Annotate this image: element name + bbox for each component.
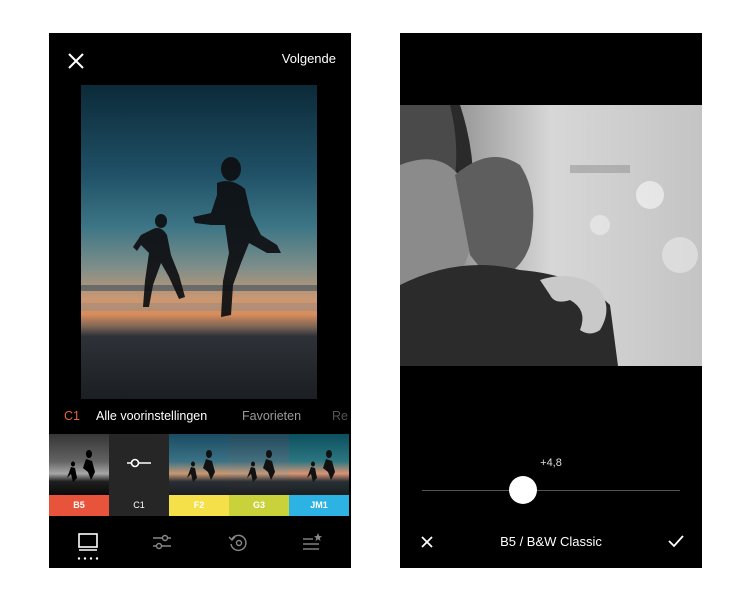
tab-favorites[interactable]: Favorieten [242,409,301,423]
photo-preview [400,105,702,366]
filter-name: B5 / B&W Classic [500,534,602,549]
close-icon[interactable] [65,50,87,72]
preset-strip: B5 C1 F2 G3 JM1 [49,434,351,516]
preset-jm1[interactable]: JM1 [289,434,349,516]
preset-label: F2 [169,495,229,516]
history-icon[interactable] [227,531,249,553]
page-indicator [77,557,99,560]
tab-all-presets[interactable]: Alle voorinstellingen [96,409,207,423]
next-button[interactable]: Volgende [282,51,336,66]
preset-c1-selected[interactable]: C1 [109,434,169,516]
bottom-toolbar [49,523,351,568]
preset-f2[interactable]: F2 [169,434,229,516]
preset-thumbnail [49,434,109,495]
preset-label: JM1 [289,495,349,516]
check-icon[interactable] [668,534,684,548]
preset-thumbnail [229,434,289,495]
strength-slider-knob[interactable] [508,476,537,504]
grid-presets-icon[interactable] [77,531,99,553]
preset-b5[interactable]: B5 [49,434,109,516]
tab-current-preset[interactable]: C1 [64,409,80,423]
preset-strength-icon [109,434,169,495]
tab-recipes[interactable]: Re [332,409,348,423]
preset-thumbnail [169,434,229,495]
preset-strength-screen: +4,8 B5 / B&W Classic [400,33,702,568]
strength-slider-track[interactable] [422,490,680,491]
preset-thumbnail [289,434,349,495]
preset-g3[interactable]: G3 [229,434,289,516]
recipes-icon[interactable] [301,531,323,553]
preset-label: G3 [229,495,289,516]
preset-label: B5 [49,495,109,516]
preset-label: C1 [109,495,169,516]
preset-category-tabs: C1 Alle voorinstellingen Favorieten Re [49,409,351,429]
slider-value: +4,8 [540,457,562,469]
adjust-sliders-icon[interactable] [151,531,173,553]
photo-preview [81,85,317,399]
editor-preset-screen: Volgende C1 Alle voorinstellingen Favori… [49,33,351,568]
